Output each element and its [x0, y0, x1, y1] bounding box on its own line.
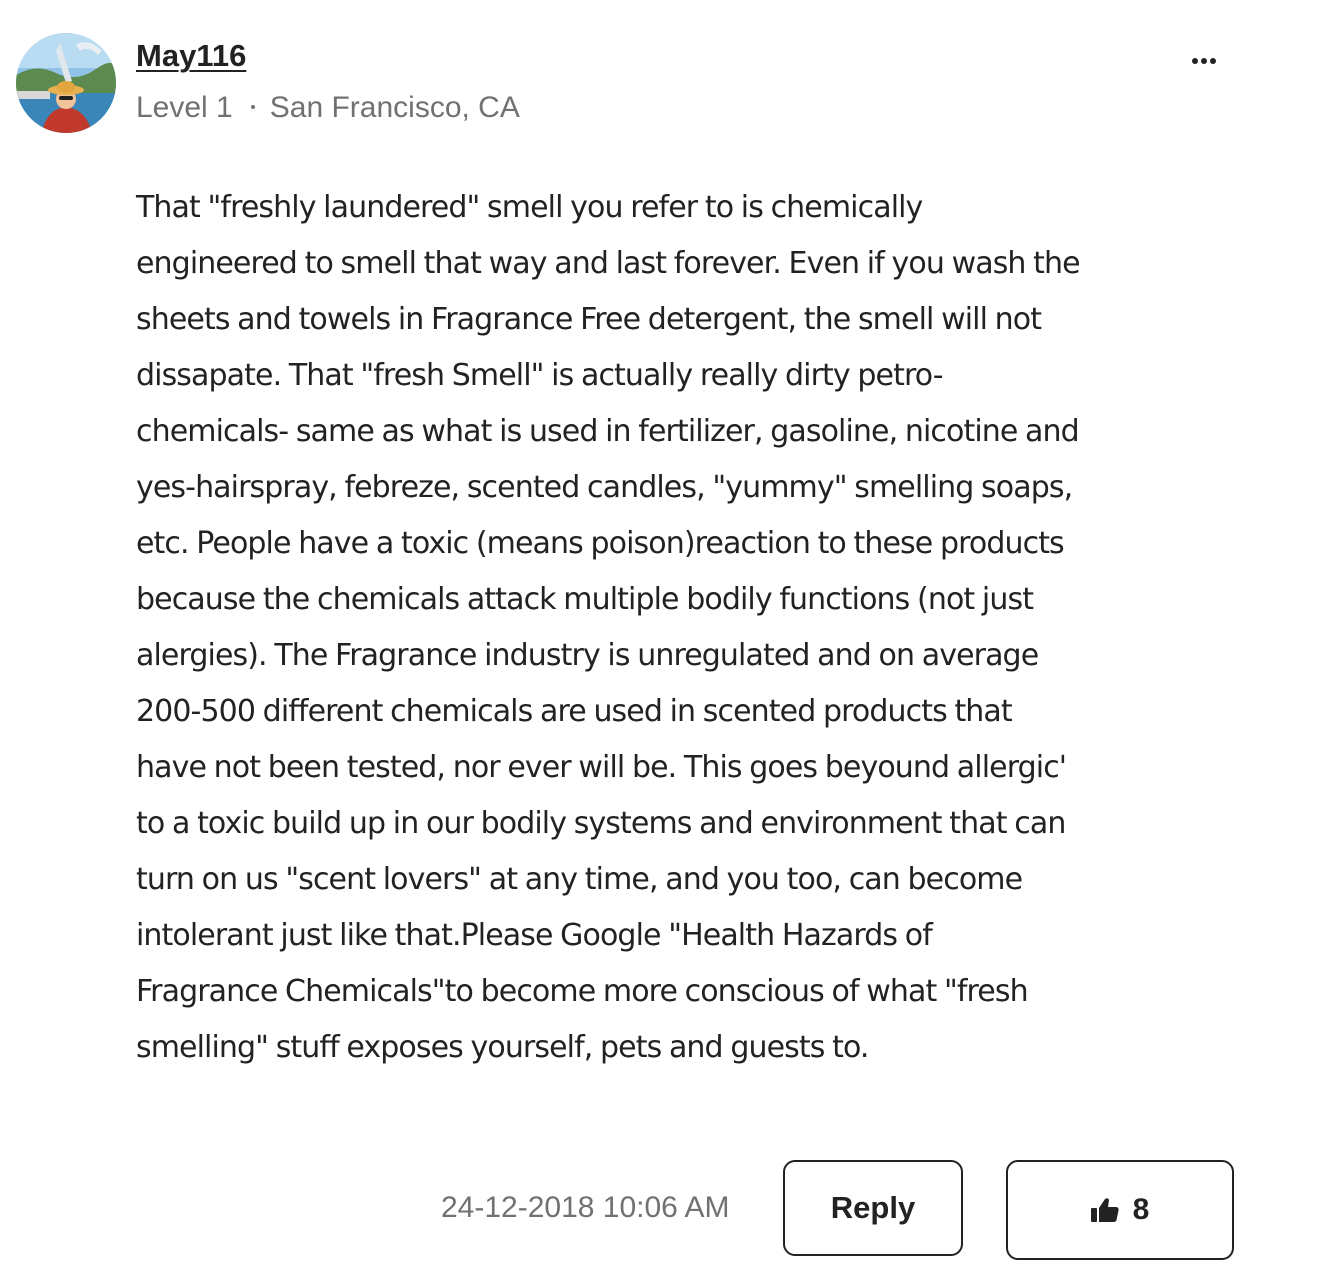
reply-button-label: Reply — [830, 1190, 916, 1225]
post-line: etc. People have a toxic (means poison)r… — [136, 526, 1065, 561]
more-options-icon-dot — [1201, 58, 1207, 64]
avatar-photo — [16, 33, 116, 133]
author-meta: Level 1 San Francisco, CA — [136, 88, 520, 128]
post-body: That "freshly laundered" smell you refer… — [136, 180, 1236, 1076]
post-line: Fragrance Chemicals"to become more consc… — [136, 974, 1029, 1009]
like-count: 8 — [1132, 1193, 1150, 1226]
author-level: Level 1 — [136, 91, 233, 124]
more-options-icon-dot — [1210, 58, 1216, 64]
post-line: intolerant just like that.Please Google … — [136, 918, 933, 953]
post-line: engineered to smell that way and last fo… — [136, 246, 1081, 281]
post-line: sheets and towels in Fragrance Free dete… — [136, 302, 1042, 337]
post-line: dissapate. That "fresh Smell" is actuall… — [136, 358, 944, 393]
post-line: That "freshly laundered" smell you refer… — [136, 190, 923, 225]
post-line: 200-500 different chemicals are used in … — [136, 694, 1013, 729]
post-line: have not been tested, nor ever will be. … — [136, 750, 1067, 785]
separator-dot — [250, 105, 255, 110]
post-line: yes-hairspray, febreze, scented candles,… — [136, 470, 1073, 505]
author-location: San Francisco, CA — [269, 91, 520, 124]
more-options-button[interactable] — [1180, 44, 1228, 78]
author-username[interactable]: May116 — [136, 36, 246, 76]
more-options-icon — [1192, 58, 1198, 64]
reply-button[interactable]: Reply — [783, 1160, 963, 1256]
post-line: chemicals- same as what is used in ferti… — [136, 414, 1080, 449]
post-line: smelling" stuff exposes yourself, pets a… — [136, 1030, 869, 1065]
thumbs-up-icon — [1090, 1198, 1119, 1222]
like-button[interactable]: 8 — [1006, 1160, 1234, 1260]
post-line: turn on us "scent lovers" at any time, a… — [136, 862, 1023, 897]
post-timestamp: 24-12-2018 10:06 AM — [441, 1191, 730, 1224]
post-line: to a toxic build up in our bodily system… — [136, 806, 1066, 841]
user-avatar[interactable] — [16, 33, 116, 133]
post-line: because the chemicals attack multiple bo… — [136, 582, 1034, 617]
post-line: alergies). The Fragrance industry is unr… — [136, 638, 1039, 673]
community-post: May116 Level 1 San Francisco, CA That "fr… — [0, 0, 1338, 1268]
